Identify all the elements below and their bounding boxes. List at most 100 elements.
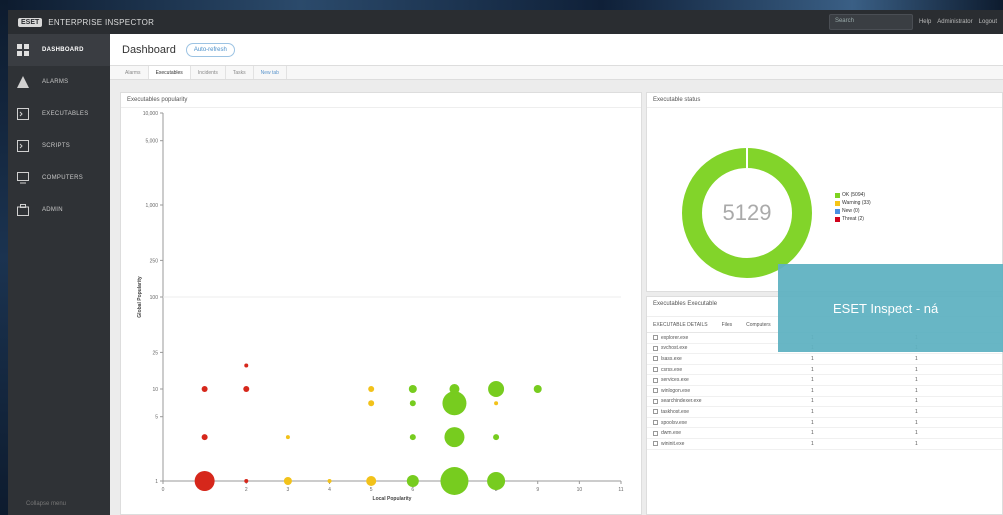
scatter-point-warning (366, 476, 377, 486)
row-checkbox[interactable] (653, 430, 658, 436)
help-link[interactable]: Help (919, 19, 931, 25)
row-computers: 1 (915, 430, 918, 437)
tab-incidents[interactable]: Incidents (191, 66, 226, 79)
scatter-point-warning (283, 477, 292, 485)
scatter-point-ok (444, 427, 465, 448)
row-computers: 1 (915, 377, 918, 384)
table-row[interactable]: taskhost.exe 1 1 (647, 407, 1002, 418)
table-row[interactable]: searchindexer.exe 1 1 (647, 397, 1002, 408)
sidebar-item-label: COMPUTERS (42, 175, 84, 181)
column-header[interactable]: EXECUTABLE DETAILS (653, 322, 708, 328)
scatter-point-threat (244, 479, 249, 483)
row-checkbox[interactable] (653, 367, 658, 373)
y-tick-label: 100 (150, 295, 159, 301)
tab-new[interactable]: New tab (254, 66, 287, 79)
row-files: 1 (811, 355, 814, 362)
row-computers: 1 (915, 366, 918, 373)
table-row[interactable]: dwm.exe 1 1 (647, 428, 1002, 439)
executable-icon (16, 107, 30, 121)
row-checkbox[interactable] (653, 345, 658, 351)
computer-icon (16, 171, 30, 185)
x-tick-label: 5 (370, 487, 373, 493)
row-name: csrss.exe (661, 366, 683, 373)
auto-refresh-button[interactable]: Auto-refresh (185, 42, 235, 57)
scatter-point-ok (408, 385, 417, 393)
brand-logo: ESET (18, 17, 43, 27)
sidebar-item-label: EXECUTABLES (42, 111, 89, 117)
row-checkbox[interactable] (653, 388, 658, 394)
row-checkbox[interactable] (653, 398, 658, 404)
scatter-point-ok (409, 400, 416, 407)
app-title: ENTERPRISE INSPECTOR (48, 17, 155, 27)
legend-swatch (835, 200, 840, 206)
legend-label: OK (5094) (842, 192, 866, 198)
legend-swatch (835, 192, 840, 198)
scatter-point-threat (243, 386, 250, 392)
search-input[interactable]: Search (828, 14, 913, 30)
sidebar-item-dashboard[interactable]: DASHBOARD (8, 34, 110, 66)
scatter-point-warning (494, 401, 499, 406)
donut-chart: 5129 (682, 148, 812, 278)
row-checkbox[interactable] (653, 335, 658, 341)
row-files: 1 (811, 366, 814, 373)
row-checkbox[interactable] (653, 356, 658, 362)
sidebar-item-executables[interactable]: EXECUTABLES (8, 98, 110, 130)
table-row[interactable]: csrss.exe 1 1 (647, 365, 1002, 376)
scatter-point-threat (201, 386, 208, 392)
row-name: winlogon.exe (661, 387, 691, 394)
row-checkbox[interactable] (653, 441, 658, 447)
column-header[interactable]: Computers (746, 322, 770, 328)
y-tick-label: 1,000 (145, 203, 158, 209)
tab-alarms[interactable]: Alarms (118, 66, 149, 79)
scatter-point-ok (409, 434, 416, 441)
row-computers: 1 (915, 355, 918, 362)
scatter-point-warning (368, 386, 375, 392)
y-tick-label: 5,000 (145, 139, 158, 145)
row-files: 1 (811, 387, 814, 394)
admin-icon (16, 203, 30, 217)
tab-tasks[interactable]: Tasks (226, 66, 254, 79)
scatter-point-ok (533, 385, 542, 393)
row-checkbox[interactable] (653, 409, 658, 415)
table-row[interactable]: lsass.exe 1 1 (647, 354, 1002, 365)
row-files: 1 (811, 408, 814, 415)
sidebar-item-scripts[interactable]: SCRIPTS (8, 130, 110, 162)
y-tick-label: 10,000 (143, 111, 159, 117)
sidebar-item-label: ALARMS (42, 79, 69, 85)
row-checkbox[interactable] (653, 420, 658, 426)
table-row[interactable]: wininit.exe 1 1 (647, 439, 1002, 450)
row-name: taskhost.exe (661, 408, 690, 415)
sidebar-item-computers[interactable]: COMPUTERS (8, 162, 110, 194)
sidebar-item-admin[interactable]: ADMIN (8, 194, 110, 226)
row-name: wininit.exe (661, 440, 685, 447)
row-checkbox[interactable] (653, 377, 658, 383)
status-panel: Executable status 5129 OK (5094) Warning… (646, 92, 1003, 292)
x-tick-label: 0 (162, 487, 165, 493)
x-tick-label: 10 (577, 487, 583, 493)
logout-link[interactable]: Logout (979, 19, 997, 25)
collapse-menu-link[interactable]: Collapse menu (26, 501, 66, 507)
row-computers: 1 (915, 408, 918, 415)
scatter-point-threat (194, 471, 215, 491)
row-files: 1 (811, 398, 814, 405)
column-header[interactable]: Files (722, 322, 733, 328)
y-axis-label: Global Popularity (137, 276, 143, 318)
sidebar-item-alarms[interactable]: ALARMS (8, 66, 110, 98)
scatter-point-ok (442, 391, 467, 416)
scatter-point-ok (493, 434, 500, 441)
table-row[interactable]: spoolsv.exe 1 1 (647, 418, 1002, 429)
tab-bar: Alarms Executables Incidents Tasks New t… (110, 66, 1003, 80)
y-tick-label: 25 (152, 350, 158, 356)
caption-overlay: ESET Inspect - ná (778, 264, 1003, 352)
y-tick-label: 10 (152, 387, 158, 393)
sidebar-item-label: DASHBOARD (42, 47, 84, 53)
tab-executables[interactable]: Executables (148, 66, 191, 79)
table-row[interactable]: winlogon.exe 1 1 (647, 386, 1002, 397)
table-row[interactable]: services.exe 1 1 (647, 375, 1002, 386)
user-link[interactable]: Administrator (937, 19, 972, 25)
scatter-point-ok (488, 381, 505, 397)
scatter-point-ok (449, 384, 460, 394)
x-tick-label: 6 (411, 487, 414, 493)
legend-swatch (835, 216, 840, 222)
scatter-point-warning (327, 479, 332, 483)
